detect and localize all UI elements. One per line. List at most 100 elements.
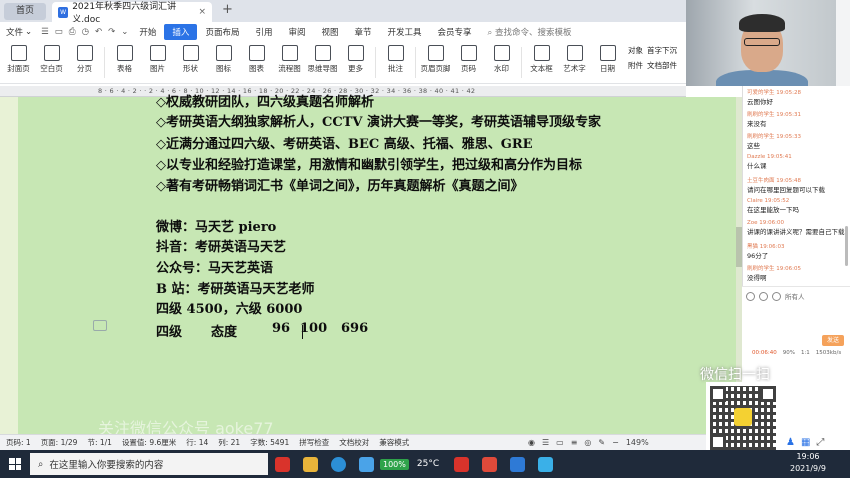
page-break-icon (76, 45, 93, 61)
document-area[interactable]: ◇权威教研团队，四六级真题名师解析 ◇考研英语大纲独家解析人，CCTV 演讲大赛… (0, 95, 742, 438)
mindmap-button[interactable]: 思维导图 (306, 45, 339, 80)
header-footer-button[interactable]: 页眉页脚 (419, 45, 452, 80)
icon-button[interactable]: 图标 (207, 45, 240, 80)
menu-references[interactable]: 引用 (247, 24, 280, 40)
comment-button[interactable]: 批注 (379, 45, 412, 80)
taskbar-app[interactable] (531, 450, 559, 478)
flowchart-button[interactable]: 流程图 (273, 45, 306, 80)
status-pages[interactable]: 页面: 1/29 (41, 437, 78, 448)
image-icon[interactable] (772, 291, 781, 301)
mindmap-icon (314, 45, 331, 61)
page-number-label: 页码 (461, 64, 476, 73)
blank-page-label: 空白页 (40, 64, 63, 73)
page-view-icon[interactable]: ▭ (556, 438, 564, 447)
taskbar-search[interactable]: ⌕ 在这里输入你要搜索的内容 (30, 453, 268, 475)
print-icon[interactable]: ⎙ (66, 27, 79, 37)
chat-scrollbar[interactable] (845, 226, 848, 266)
customize-chevron-icon[interactable]: ⌄ (118, 27, 131, 37)
object-button[interactable]: 对象 (628, 45, 643, 56)
menu-developer[interactable]: 开发工具 (380, 24, 430, 40)
textbox-button[interactable]: 文本框 (525, 45, 558, 80)
browser-icon (330, 456, 346, 472)
menu-start[interactable]: 开始 (131, 24, 164, 40)
taskbar-wps-writer[interactable] (268, 450, 296, 478)
date-button[interactable]: 日期 (591, 45, 624, 80)
chart-button[interactable]: 图表 (240, 45, 273, 80)
undo-icon[interactable]: ↶ (92, 27, 105, 37)
zoom-level[interactable]: 149% (626, 438, 649, 447)
contact-line: B 站：考研英语马天艺老师 (156, 282, 315, 297)
file-menu[interactable]: 文件 ⌄ (0, 26, 38, 38)
new-tab-icon[interactable]: + (222, 2, 233, 17)
right-status-icons: ♟ ▦ ⤢ (782, 434, 850, 450)
contact-line: 四级 4500，六级 6000 (156, 302, 303, 317)
fullscreen-icon[interactable]: ⤢ (816, 437, 824, 448)
menu-view[interactable]: 视图 (313, 24, 346, 40)
taskbar-edge[interactable] (324, 450, 352, 478)
drop-cap-button[interactable]: 首字下沉 (647, 45, 677, 56)
web-view-icon[interactable]: ◎ (584, 438, 591, 447)
table-button[interactable]: 表格 (108, 45, 141, 80)
eye-protection-icon[interactable]: ◉ (528, 438, 535, 447)
menu-review[interactable]: 审阅 (280, 24, 313, 40)
ribbon-insert: 封面页 空白页 分页 表格 图片 形状 图标 图表 流程图 思维导图 更多 批注… (0, 42, 686, 84)
close-tab-icon[interactable]: × (198, 7, 206, 17)
hamburger-icon[interactable]: ☰ (38, 27, 52, 37)
redo-icon[interactable]: ↷ (105, 27, 118, 37)
chat-input[interactable] (746, 304, 846, 334)
stream-status: 00:06:40 90% 1:1 1503kb/s (752, 350, 841, 356)
menu-member[interactable]: 会员专享 (430, 24, 480, 40)
tshirt-icon[interactable]: ♟ (786, 437, 795, 448)
menu-page-layout[interactable]: 页面布局 (197, 24, 247, 40)
taskbar-explorer[interactable] (296, 450, 324, 478)
shape-button[interactable]: 形状 (174, 45, 207, 80)
send-button[interactable]: 发送 (822, 335, 844, 346)
paragraph-layout-icon[interactable] (93, 320, 107, 331)
window-icon[interactable]: ▭ (52, 27, 66, 37)
tab-document[interactable]: W 2021年秋季四六级词汇讲义.doc × (52, 2, 212, 25)
start-button[interactable] (0, 458, 30, 470)
watermark-icon (493, 45, 510, 61)
battery-indicator[interactable]: 100% (380, 458, 409, 470)
taskbar-app[interactable] (447, 450, 475, 478)
doc-parts-button[interactable]: 文档部件 (647, 60, 677, 71)
weather-temp[interactable]: 25°C (417, 459, 439, 469)
zoom-out-icon[interactable]: − (612, 438, 619, 447)
grid-icon[interactable]: ▦ (801, 437, 810, 448)
taskbar-app[interactable] (503, 450, 531, 478)
page-number-button[interactable]: 页码 (452, 45, 485, 80)
status-word-count[interactable]: 字数: 5491 (250, 437, 289, 448)
more-label: 更多 (348, 64, 363, 73)
doc-proofread-button[interactable]: 文档校对 (339, 437, 369, 448)
picture-button[interactable]: 图片 (141, 45, 174, 80)
chat-message: Claire 19:05:52 在这里能放一下吗 (747, 198, 845, 214)
audience-select[interactable]: 所有人 (785, 291, 805, 301)
outline-icon[interactable]: ≡ (571, 438, 578, 447)
cover-page-button[interactable]: 封面页 (2, 45, 35, 80)
chat-text: 这些 (747, 142, 760, 150)
spell-check-button[interactable]: 拼写检查 (299, 437, 329, 448)
icon-label: 图标 (216, 64, 231, 73)
chat-message: 土豆牛肉面 19:05:48 请问在哪里回复题可以下载 (747, 176, 845, 194)
more-button[interactable]: 更多 (339, 45, 372, 80)
view-mode-icon[interactable]: ☰ (542, 438, 549, 447)
watermark-button[interactable]: 水印 (485, 45, 518, 80)
emoji-icon[interactable] (746, 291, 755, 301)
preview-icon[interactable]: ◷ (79, 27, 92, 37)
page-break-button[interactable]: 分页 (68, 45, 101, 80)
wordart-button[interactable]: 艺术字 (558, 45, 591, 80)
read-mode-icon[interactable]: ✎ (598, 438, 605, 447)
blank-page-button[interactable]: 空白页 (35, 45, 68, 80)
document-page[interactable]: ◇权威教研团队，四六级真题名师解析 ◇考研英语大纲独家解析人，CCTV 演讲大赛… (18, 95, 740, 438)
tab-home[interactable]: 首页 (4, 3, 46, 20)
status-page-number[interactable]: 页码: 1 (6, 437, 31, 448)
command-search[interactable]: ⌕ 查找命令、搜索模板 (488, 26, 572, 38)
taskbar-cloud[interactable] (352, 450, 380, 478)
flower-icon[interactable] (759, 291, 768, 301)
menu-chapter[interactable]: 章节 (347, 24, 380, 40)
wordart-icon (566, 45, 583, 61)
menu-insert[interactable]: 插入 (164, 24, 198, 40)
taskbar-app[interactable] (475, 450, 503, 478)
attachment-button[interactable]: 附件 (628, 60, 643, 71)
system-clock[interactable]: 19:06 2021/9/9 (790, 451, 826, 475)
